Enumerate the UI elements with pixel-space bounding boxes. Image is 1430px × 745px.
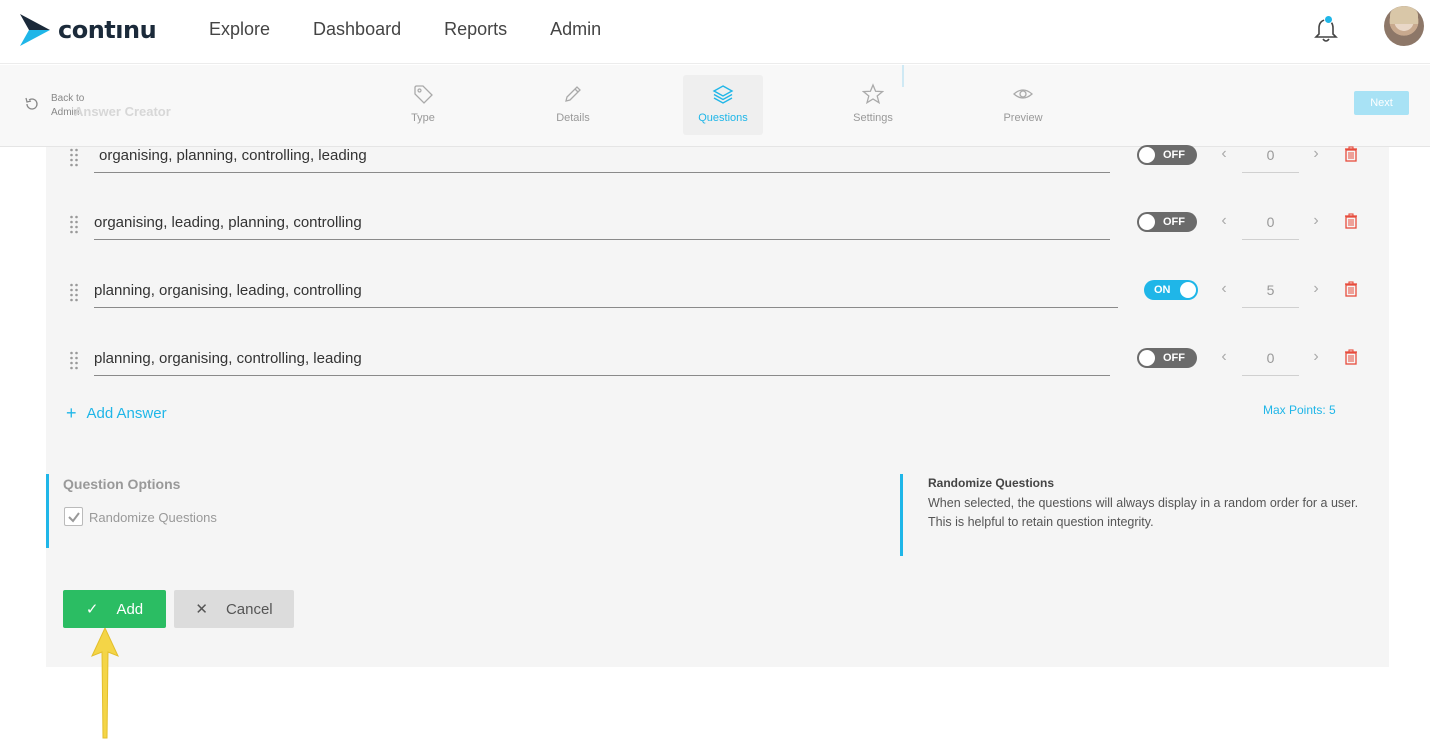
checkmark-icon <box>68 512 80 523</box>
step-questions[interactable]: Questions <box>683 75 763 135</box>
question-options-title: Question Options <box>63 476 181 492</box>
increase-points-icon[interactable]: › <box>1310 212 1322 230</box>
decrease-points-icon[interactable]: ‹ <box>1218 145 1230 163</box>
correct-toggle[interactable]: ON <box>1144 280 1198 300</box>
add-answer-label: Add Answer <box>86 405 167 422</box>
answer-text-input[interactable]: organising, leading, planning, controlli… <box>94 214 1110 240</box>
toggle-knob <box>1180 282 1196 298</box>
notification-dot <box>1324 15 1333 24</box>
step-details-label: Details <box>556 112 590 124</box>
nav-admin[interactable]: Admin <box>550 19 601 40</box>
step-settings[interactable]: Settings <box>833 75 913 135</box>
randomize-info-panel: Randomize Questions When selected, the q… <box>900 474 1380 556</box>
add-button[interactable]: ✓ Add <box>63 590 166 628</box>
points-input[interactable]: 0 <box>1242 350 1299 376</box>
close-icon: ✕ <box>195 601 208 618</box>
drag-handle-icon[interactable] <box>69 214 79 234</box>
randomize-questions-checkbox[interactable] <box>64 507 83 526</box>
nav-dashboard[interactable]: Dashboard <box>313 19 401 40</box>
points-input[interactable]: 5 <box>1242 282 1299 308</box>
next-button[interactable]: Next <box>1354 91 1409 115</box>
step-preview[interactable]: Preview <box>983 75 1063 135</box>
randomize-questions-label: Randomize Questions <box>89 510 217 525</box>
logo-arrow-icon <box>20 14 50 46</box>
cancel-button[interactable]: ✕ Cancel <box>174 590 294 628</box>
correct-toggle[interactable]: OFF <box>1137 145 1197 165</box>
answer-text-input[interactable]: organising, planning, controlling, leadi… <box>94 147 1110 173</box>
annotation-arrow-icon <box>91 628 119 739</box>
logo-text: contınu <box>58 16 157 44</box>
correct-toggle[interactable]: OFF <box>1137 212 1197 232</box>
step-questions-label: Questions <box>698 112 748 124</box>
max-points-label: Max Points: 5 <box>1263 403 1336 417</box>
answer-row: organising, leading, planning, controlli… <box>46 212 1389 254</box>
nav-reports[interactable]: Reports <box>444 19 507 40</box>
question-options-section: Question Options Randomize Questions <box>46 474 446 548</box>
step-preview-label: Preview <box>1003 112 1043 124</box>
eye-icon <box>1013 89 1033 99</box>
answer-text-input[interactable]: planning, organising, controlling, leadi… <box>94 350 1110 376</box>
top-navigation-bar: contınu Explore Dashboard Reports Admin <box>0 0 1430 64</box>
info-text: When selected, the questions will always… <box>928 496 1359 529</box>
answer-text-input[interactable]: planning, organising, leading, controlli… <box>94 282 1118 308</box>
increase-points-icon[interactable]: › <box>1310 348 1322 366</box>
decrease-points-icon[interactable]: ‹ <box>1218 280 1230 298</box>
toggle-label: ON <box>1154 284 1171 296</box>
correct-toggle[interactable]: OFF <box>1137 348 1197 368</box>
star-icon <box>862 83 884 105</box>
step-settings-label: Settings <box>853 112 893 124</box>
toggle-label: OFF <box>1163 149 1185 161</box>
nav-explore[interactable]: Explore <box>209 19 270 40</box>
trash-icon[interactable] <box>1344 146 1358 162</box>
decrease-points-icon[interactable]: ‹ <box>1218 348 1230 366</box>
trash-icon[interactable] <box>1344 213 1358 229</box>
toggle-knob <box>1139 147 1155 163</box>
plus-icon: + <box>66 403 77 423</box>
step-bar: Back to Admin Answer Creator Type Detail… <box>0 65 1430 147</box>
answer-row: planning, organising, controlling, leadi… <box>46 348 1389 390</box>
pencil-icon <box>565 86 581 102</box>
answer-panel: organising, planning, controlling, leadi… <box>46 145 1389 667</box>
layers-icon <box>712 85 734 104</box>
user-avatar[interactable] <box>1384 6 1424 46</box>
add-answer-button[interactable]: + Add Answer <box>66 403 167 424</box>
add-button-label: Add <box>116 600 144 618</box>
ghost-page-title: Answer Creator <box>74 104 171 119</box>
points-input[interactable]: 0 <box>1242 214 1299 240</box>
check-icon: ✓ <box>85 601 99 618</box>
info-title: Randomize Questions <box>928 476 1055 490</box>
step-type[interactable]: Type <box>383 75 463 135</box>
drag-handle-icon[interactable] <box>69 147 79 167</box>
drag-handle-icon[interactable] <box>69 282 79 302</box>
continu-logo[interactable]: contınu <box>20 14 157 46</box>
progress-indicator <box>902 65 904 87</box>
points-input[interactable]: 0 <box>1242 147 1299 173</box>
answer-row: organising, planning, controlling, leadi… <box>46 145 1389 187</box>
undo-icon <box>25 97 38 110</box>
trash-icon[interactable] <box>1344 281 1358 297</box>
drag-handle-icon[interactable] <box>69 350 79 370</box>
toggle-label: OFF <box>1163 352 1185 364</box>
tag-icon <box>414 85 433 104</box>
toggle-knob <box>1139 350 1155 366</box>
step-type-label: Type <box>411 112 435 124</box>
main-nav: Explore Dashboard Reports Admin <box>209 19 644 40</box>
trash-icon[interactable] <box>1344 349 1358 365</box>
step-details[interactable]: Details <box>533 75 613 135</box>
toggle-knob <box>1139 214 1155 230</box>
answer-row: planning, organising, leading, controlli… <box>46 280 1389 322</box>
increase-points-icon[interactable]: › <box>1310 145 1322 163</box>
cancel-button-label: Cancel <box>225 600 273 618</box>
toggle-label: OFF <box>1163 216 1185 228</box>
increase-points-icon[interactable]: › <box>1310 280 1322 298</box>
decrease-points-icon[interactable]: ‹ <box>1218 212 1230 230</box>
